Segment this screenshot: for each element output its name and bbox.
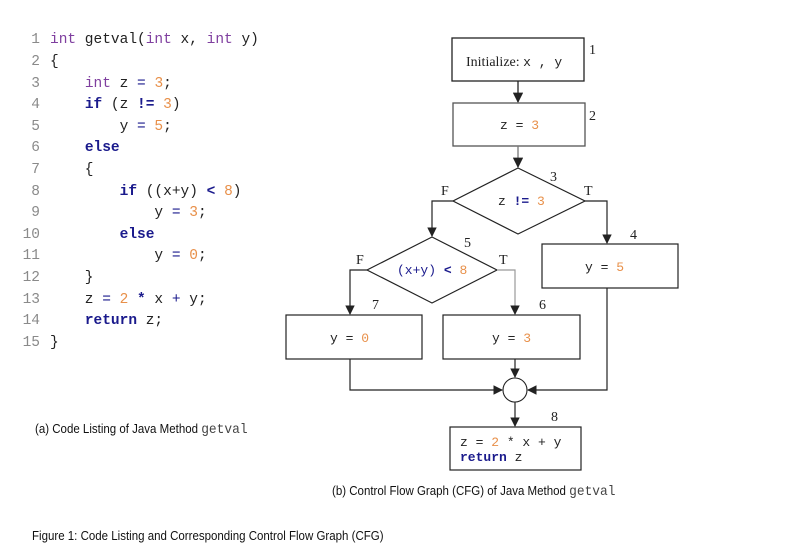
svg-text:z != 3: z != 3 <box>498 194 545 209</box>
node-8-line2-rest: z <box>507 450 523 465</box>
node-5-label: 5 <box>464 236 471 251</box>
node-2-label: 2 <box>589 109 596 124</box>
node-1-label: 1 <box>589 43 596 58</box>
edge-3-5-false <box>427 200 453 237</box>
node-8-line1-b: * x + y <box>499 435 562 450</box>
cfg-node-4: y = 5 4 <box>541 228 679 289</box>
node-7-lhs: y = <box>330 331 361 346</box>
node-2-lhs: z = <box>500 118 531 133</box>
svg-text:z = 2 * x + y: z = 2 * x + y <box>460 435 562 450</box>
cfg-node-6: y = 3 6 <box>442 298 581 360</box>
node-3-label: 3 <box>550 170 557 185</box>
node-8-line1-num: 2 <box>491 435 499 450</box>
node-4-num: 5 <box>616 260 624 275</box>
node-8-label: 8 <box>551 410 558 425</box>
control-flow-graph: Initialize: x , y 1 z = 3 2 z != 3 3 F T… <box>285 37 679 471</box>
node-8-line1-a: z = <box>460 435 491 450</box>
svg-text:(x+y) < 8: (x+y) < 8 <box>397 263 467 278</box>
node-8-line2-kw: return <box>460 450 507 465</box>
node-2-num: 3 <box>531 118 539 133</box>
node-4-lhs: y = <box>585 260 616 275</box>
svg-text:y = 0: y = 0 <box>330 331 369 346</box>
edge-5-7-false <box>345 269 367 315</box>
branch-label-n5-true: T <box>499 253 508 268</box>
svg-text:Initialize: x , y: Initialize: x , y <box>466 55 562 70</box>
svg-text:z = 3: z = 3 <box>500 118 539 133</box>
node-5-num: 8 <box>459 263 467 278</box>
cfg-node-3: z != 3 3 <box>451 167 587 235</box>
node-7-num: 0 <box>361 331 369 346</box>
node-1-prefix: Initialize: <box>466 55 523 70</box>
cfg-node-1: Initialize: x , y 1 <box>451 37 596 82</box>
cfg-node-2: z = 3 2 <box>452 102 596 147</box>
svg-text:return z: return z <box>460 450 522 465</box>
cfg-merge-node <box>502 377 528 403</box>
cfg-node-7: y = 0 7 <box>285 298 423 360</box>
svg-text:y = 3: y = 3 <box>492 331 531 346</box>
node-7-label: 7 <box>372 298 379 313</box>
branch-label-n3-true: T <box>584 184 593 199</box>
edge-5-6-true <box>497 269 520 315</box>
cfg-node-5: (x+y) < 8 5 <box>365 236 499 304</box>
edge-3-4-true <box>585 200 612 244</box>
branch-label-n5-false: F <box>356 253 364 268</box>
node-1-vars: x , y <box>523 55 562 70</box>
node-3-num: 3 <box>537 194 545 209</box>
edge-7-merge <box>349 359 503 395</box>
branch-label-n3-false: F <box>441 184 449 199</box>
node-4-label: 4 <box>630 228 637 243</box>
node-6-lhs: y = <box>492 331 523 346</box>
node-6-num: 3 <box>523 331 531 346</box>
svg-text:y = 5: y = 5 <box>585 260 624 275</box>
node-6-label: 6 <box>539 298 546 313</box>
